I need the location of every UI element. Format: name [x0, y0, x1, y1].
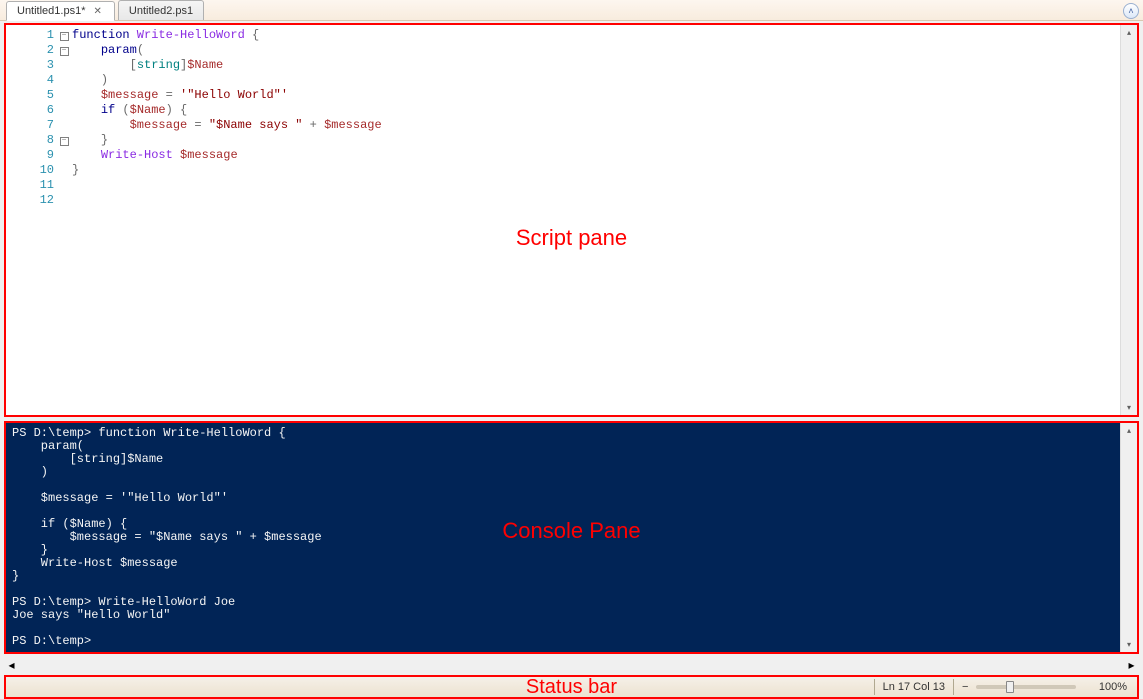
line-number: 6 — [6, 103, 56, 118]
line-number: 10 — [6, 163, 56, 178]
status-right-group: Ln 17 Col 13 − + 100% — [874, 679, 1137, 695]
status-bar: Status bar Ln 17 Col 13 − + 100% — [4, 675, 1139, 699]
line-number: 12 — [6, 193, 56, 208]
code-line[interactable]: Write-Host $message — [72, 148, 1120, 163]
code-line[interactable]: $message = "$Name says " + $message — [72, 118, 1120, 133]
console-output[interactable]: PS D:\temp> function Write-HelloWord { p… — [6, 423, 1120, 652]
tab-bar: Untitled1.ps1* ✕ Untitled2.ps1 ˄ — [0, 0, 1143, 21]
line-number: 4 — [6, 73, 56, 88]
line-number: 11 — [6, 178, 56, 193]
zoom-slider-thumb[interactable] — [1006, 681, 1014, 693]
zoom-out-icon[interactable]: − — [962, 681, 968, 693]
fold-toggle-icon[interactable]: − — [60, 137, 69, 146]
vertical-scrollbar[interactable]: ▴ ▾ — [1120, 25, 1137, 415]
code-line[interactable]: $message = '"Hello World"' — [72, 88, 1120, 103]
line-number: 1 — [6, 28, 56, 43]
code-line[interactable]: function Write-HelloWord { — [72, 28, 1120, 43]
cursor-position: Ln 17 Col 13 — [883, 681, 945, 693]
tab-untitled2[interactable]: Untitled2.ps1 — [118, 0, 204, 20]
code-line[interactable]: } — [72, 163, 1120, 178]
line-number: 2 — [6, 43, 56, 58]
code-line[interactable]: ) — [72, 73, 1120, 88]
fold-column: − − − — [58, 25, 70, 415]
line-number: 5 — [6, 88, 56, 103]
scroll-track[interactable] — [19, 656, 1124, 673]
scroll-down-icon[interactable]: ▾ — [1122, 637, 1137, 652]
scroll-up-icon[interactable]: ▴ — [1122, 25, 1137, 40]
code-line[interactable]: [string]$Name — [72, 58, 1120, 73]
line-number: 3 — [6, 58, 56, 73]
code-line[interactable]: if ($Name) { — [72, 103, 1120, 118]
tab-label: Untitled1.ps1* — [17, 5, 86, 17]
chevron-up-icon: ˄ — [1128, 6, 1133, 16]
divider — [874, 679, 875, 695]
fold-toggle-icon[interactable]: − — [60, 47, 69, 56]
line-number: 9 — [6, 148, 56, 163]
vertical-scrollbar[interactable]: ▴ ▾ — [1120, 423, 1137, 652]
collapse-script-pane-button[interactable]: ˄ — [1123, 3, 1139, 19]
code-line[interactable]: } — [72, 133, 1120, 148]
divider — [953, 679, 954, 695]
tab-label: Untitled2.ps1 — [129, 5, 193, 17]
horizontal-scrollbar[interactable]: ◂ ▸ — [4, 656, 1139, 673]
scroll-up-icon[interactable]: ▴ — [1122, 423, 1137, 438]
scroll-right-icon[interactable]: ▸ — [1124, 656, 1139, 673]
script-pane[interactable]: 123456789101112 −−− function Write-Hello… — [4, 23, 1139, 417]
code-line[interactable]: param( — [72, 43, 1120, 58]
console-pane[interactable]: PS D:\temp> function Write-HelloWord { p… — [4, 421, 1139, 654]
tab-untitled1[interactable]: Untitled1.ps1* ✕ — [6, 1, 115, 21]
scroll-down-icon[interactable]: ▾ — [1122, 400, 1137, 415]
line-number: 7 — [6, 118, 56, 133]
line-number: 8 — [6, 133, 56, 148]
annotation-status-bar: Status bar — [526, 676, 617, 699]
line-number-gutter: 123456789101112 — [6, 25, 58, 415]
zoom-level: 100% — [1099, 681, 1127, 693]
fold-toggle-icon[interactable]: − — [60, 32, 69, 41]
scroll-left-icon[interactable]: ◂ — [4, 656, 19, 673]
zoom-slider[interactable] — [976, 685, 1076, 689]
code-editor[interactable]: function Write-HelloWord { param( [strin… — [70, 25, 1120, 415]
close-icon[interactable]: ✕ — [92, 6, 104, 17]
